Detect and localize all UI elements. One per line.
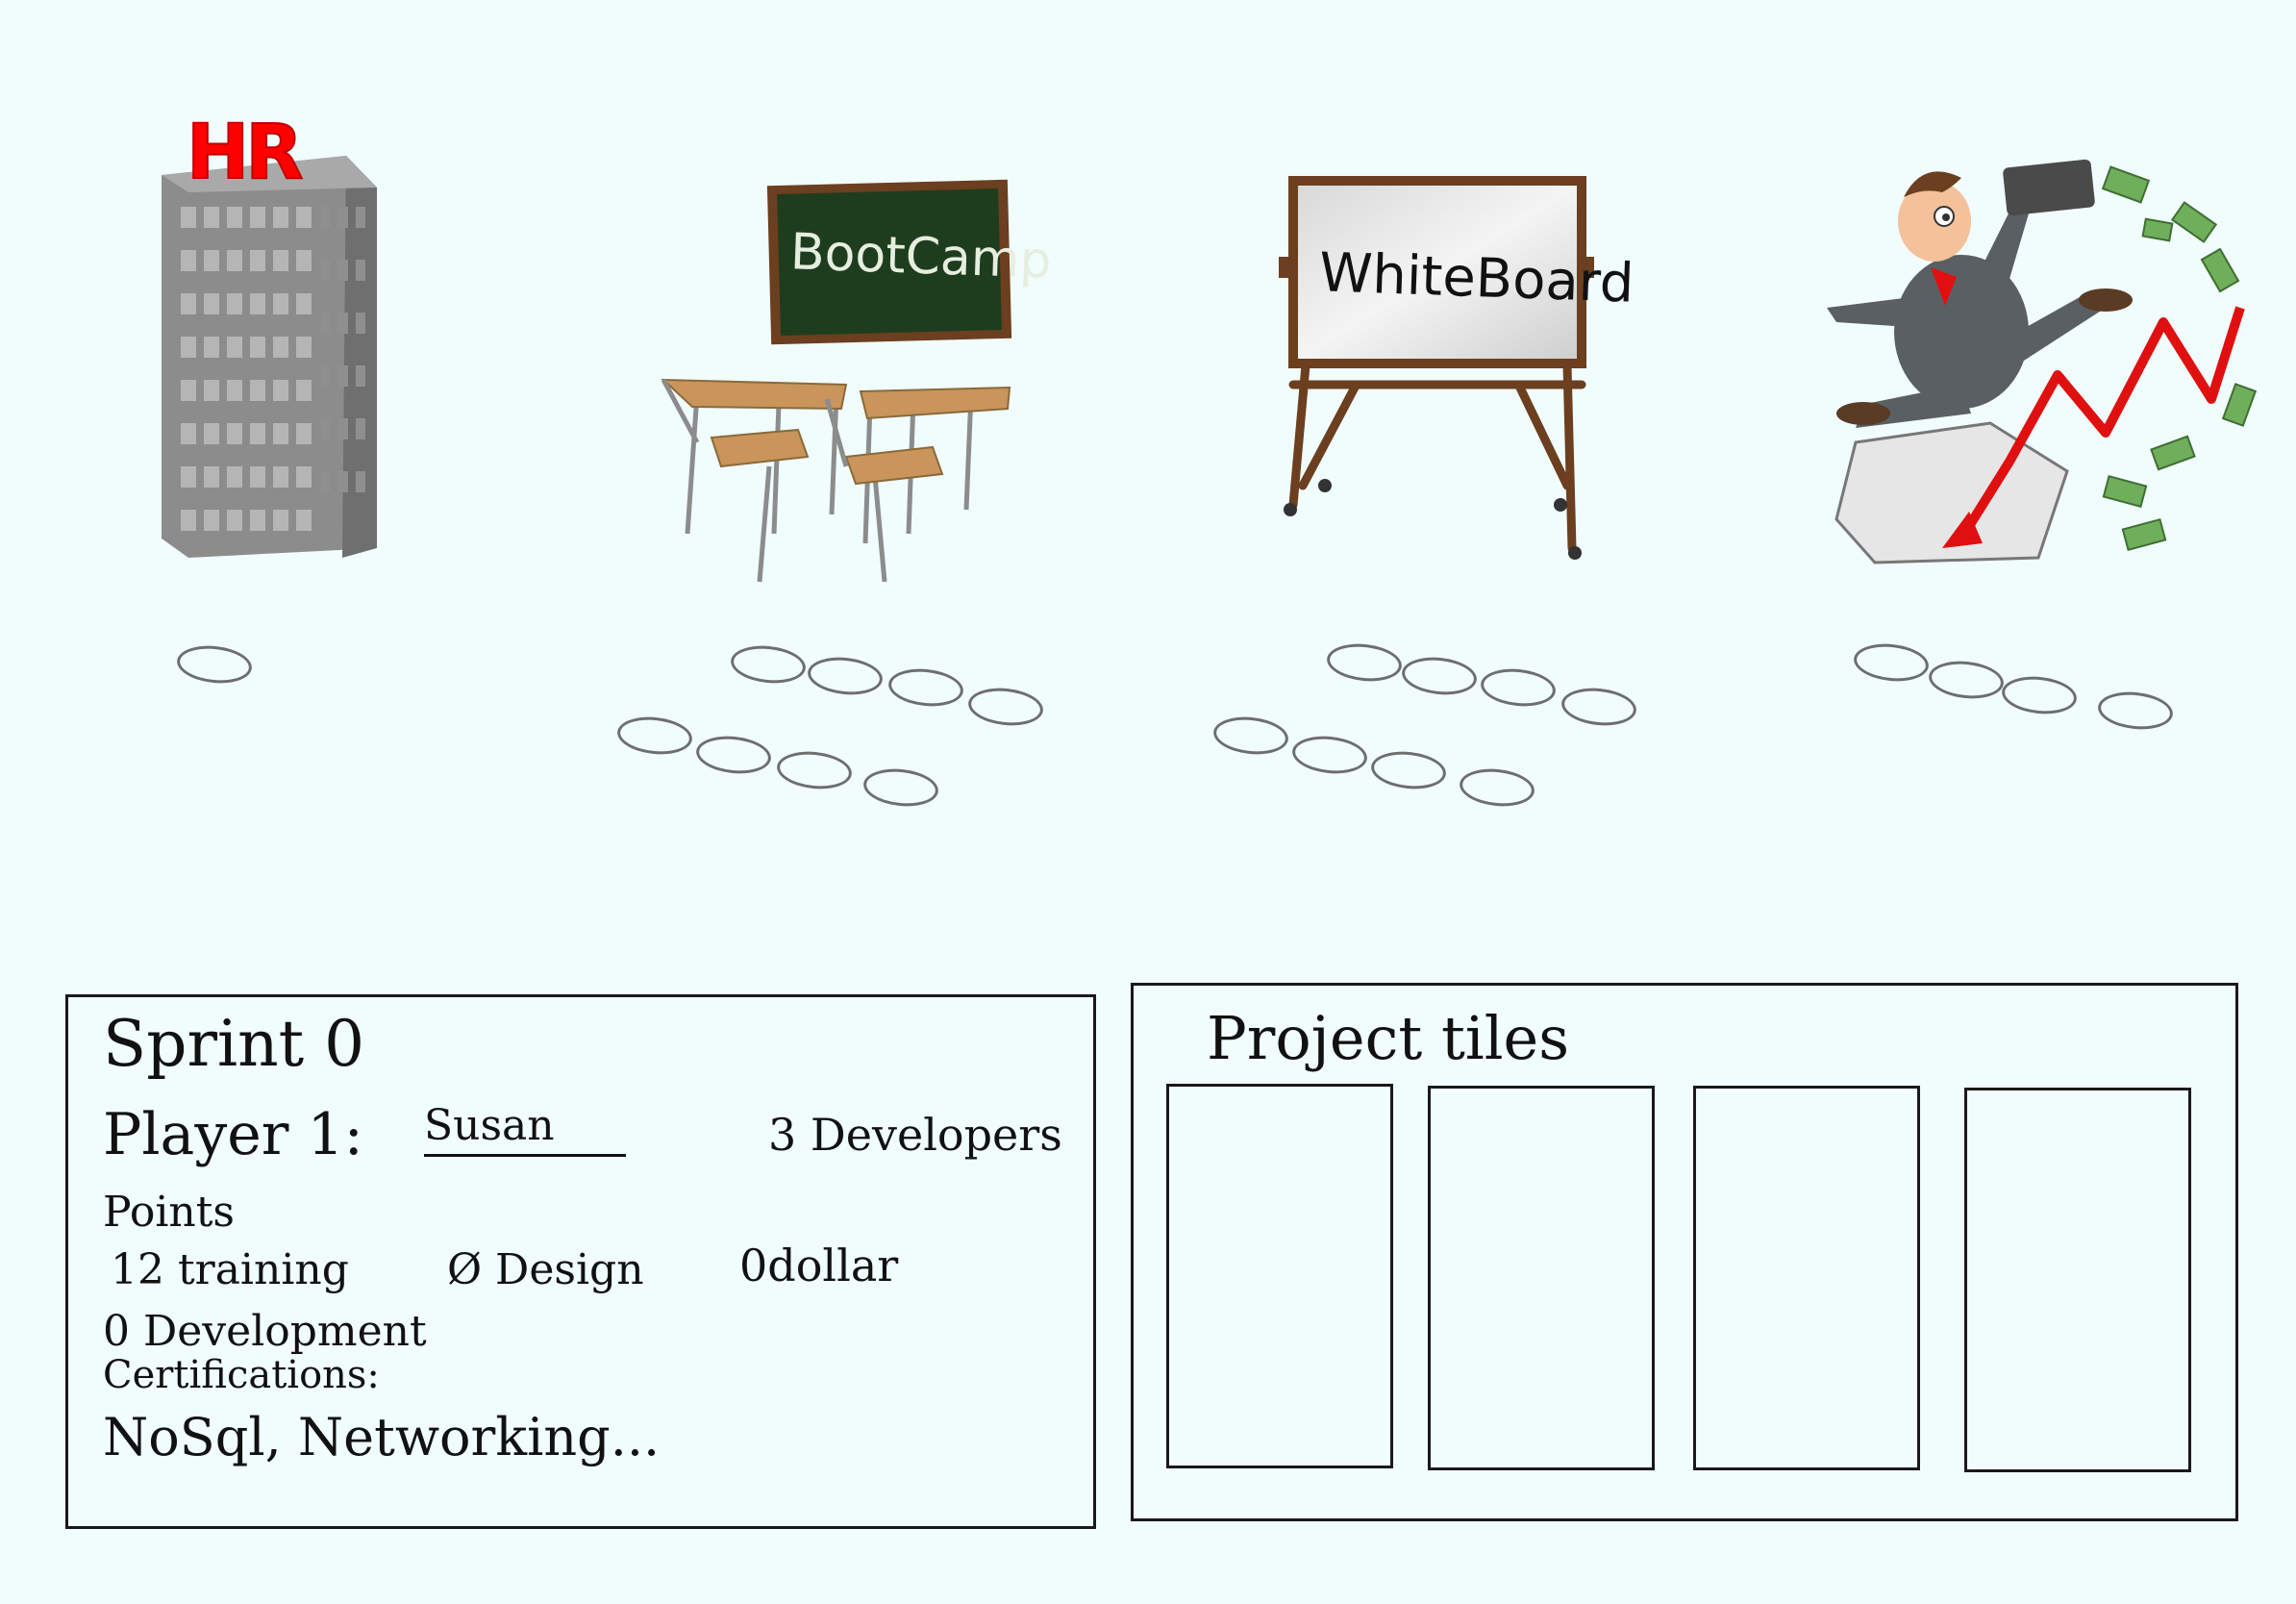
bootcamp-worker-slot[interactable]: [729, 642, 808, 687]
whiteboard-icon: [1279, 176, 1594, 560]
market-worker-slot[interactable]: [1927, 658, 2006, 702]
dollar-points: 0dollar: [739, 1240, 899, 1291]
developers-count: 3 Developers: [768, 1109, 1062, 1161]
bootcamp-worker-slot[interactable]: [806, 654, 885, 698]
bootcamp-worker-slot[interactable]: [615, 714, 694, 758]
development-points: 0 Development: [103, 1307, 427, 1356]
bootcamp-worker-slot[interactable]: [775, 748, 854, 792]
market-worker-slot[interactable]: [2096, 689, 2175, 733]
whiteboard-worker-slot[interactable]: [1458, 765, 1536, 810]
points-label: Points: [103, 1188, 235, 1237]
bootcamp-worker-slot[interactable]: [886, 665, 965, 710]
bootcamp-worker-slot[interactable]: [966, 685, 1045, 729]
whiteboard-location[interactable]: WhiteBoard: [1279, 168, 1635, 572]
bootcamp-location[interactable]: BootCamp: [654, 178, 1052, 591]
market-businessman-icon: [1827, 159, 2258, 564]
training-points: 12 training: [111, 1245, 349, 1294]
whiteboard-worker-slot[interactable]: [1211, 714, 1290, 758]
whiteboard-worker-slot[interactable]: [1325, 640, 1404, 685]
market-worker-slot[interactable]: [2000, 673, 2079, 717]
sprint-label: Sprint 0: [103, 1007, 365, 1081]
hr-location[interactable]: HR: [154, 110, 385, 567]
whiteboard-worker-slot[interactable]: [1290, 733, 1369, 777]
whiteboard-sign: WhiteBoard: [1317, 241, 1635, 315]
project-tiles-panel: Project tiles: [1131, 983, 2238, 1521]
project-tile-slot[interactable]: [1964, 1088, 2191, 1472]
certifications-list: NoSql, Networking...: [103, 1407, 661, 1467]
market-location[interactable]: [1817, 154, 2269, 577]
project-tiles-title: Project tiles: [1207, 1003, 1570, 1073]
market-worker-slot[interactable]: [1852, 640, 1931, 685]
bootcamp-worker-slot[interactable]: [861, 765, 940, 810]
whiteboard-worker-slot[interactable]: [1400, 654, 1479, 698]
design-points: Ø Design: [447, 1245, 644, 1294]
whiteboard-worker-slot[interactable]: [1479, 665, 1558, 710]
player-name[interactable]: Susan: [424, 1101, 626, 1157]
whiteboard-worker-slot[interactable]: [1369, 748, 1448, 792]
project-tile-slot[interactable]: [1693, 1086, 1920, 1470]
certifications-label: Certifications:: [103, 1353, 380, 1397]
bootcamp-worker-slot[interactable]: [694, 733, 773, 777]
bootcamp-sign: BootCamp: [789, 223, 1053, 290]
player-panel: Sprint 0 Player 1: Susan 3 Developers Po…: [65, 994, 1096, 1529]
whiteboard-worker-slot[interactable]: [1560, 685, 1638, 729]
project-tile-slot[interactable]: [1428, 1086, 1655, 1470]
hr-worker-slot[interactable]: [175, 642, 254, 687]
hr-sign: HR: [186, 110, 304, 196]
player-label: Player 1:: [103, 1101, 363, 1168]
project-tile-slot[interactable]: [1166, 1084, 1393, 1468]
